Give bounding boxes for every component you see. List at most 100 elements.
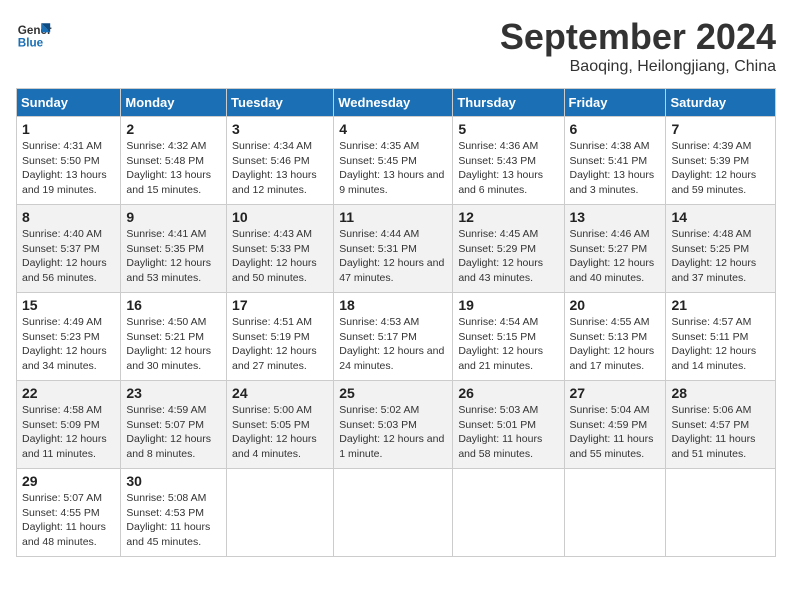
- day-detail: Sunrise: 4:41 AM Sunset: 5:35 PM Dayligh…: [126, 227, 221, 286]
- day-number: 18: [339, 297, 447, 313]
- calendar-table: Sunday Monday Tuesday Wednesday Thursday…: [16, 88, 776, 557]
- day-number: 20: [570, 297, 661, 313]
- day-detail: Sunrise: 4:55 AM Sunset: 5:13 PM Dayligh…: [570, 315, 661, 374]
- table-row: 6 Sunrise: 4:38 AM Sunset: 5:41 PM Dayli…: [564, 117, 666, 205]
- day-detail: Sunrise: 4:44 AM Sunset: 5:31 PM Dayligh…: [339, 227, 447, 286]
- day-detail: Sunrise: 4:39 AM Sunset: 5:39 PM Dayligh…: [671, 139, 770, 198]
- day-detail: Sunrise: 4:38 AM Sunset: 5:41 PM Dayligh…: [570, 139, 661, 198]
- calendar-week-row: 22 Sunrise: 4:58 AM Sunset: 5:09 PM Dayl…: [17, 381, 776, 469]
- day-detail: Sunrise: 4:50 AM Sunset: 5:21 PM Dayligh…: [126, 315, 221, 374]
- table-row: 15 Sunrise: 4:49 AM Sunset: 5:23 PM Dayl…: [17, 293, 121, 381]
- day-detail: Sunrise: 4:48 AM Sunset: 5:25 PM Dayligh…: [671, 227, 770, 286]
- table-row: 19 Sunrise: 4:54 AM Sunset: 5:15 PM Dayl…: [453, 293, 564, 381]
- day-number: 19: [458, 297, 558, 313]
- day-number: 5: [458, 121, 558, 137]
- day-number: 26: [458, 385, 558, 401]
- page-header: General Blue September 2024 Baoqing, Hei…: [16, 16, 776, 76]
- day-number: 8: [22, 209, 115, 225]
- table-row: 18 Sunrise: 4:53 AM Sunset: 5:17 PM Dayl…: [334, 293, 453, 381]
- col-tuesday: Tuesday: [227, 89, 334, 117]
- table-row: 14 Sunrise: 4:48 AM Sunset: 5:25 PM Dayl…: [666, 205, 776, 293]
- table-row: 13 Sunrise: 4:46 AM Sunset: 5:27 PM Dayl…: [564, 205, 666, 293]
- day-number: 3: [232, 121, 328, 137]
- day-detail: Sunrise: 4:51 AM Sunset: 5:19 PM Dayligh…: [232, 315, 328, 374]
- day-detail: Sunrise: 5:06 AM Sunset: 4:57 PM Dayligh…: [671, 403, 770, 462]
- location-title: Baoqing, Heilongjiang, China: [500, 58, 776, 76]
- day-detail: Sunrise: 5:04 AM Sunset: 4:59 PM Dayligh…: [570, 403, 661, 462]
- col-wednesday: Wednesday: [334, 89, 453, 117]
- day-number: 15: [22, 297, 115, 313]
- calendar-week-row: 15 Sunrise: 4:49 AM Sunset: 5:23 PM Dayl…: [17, 293, 776, 381]
- table-row: 1 Sunrise: 4:31 AM Sunset: 5:50 PM Dayli…: [17, 117, 121, 205]
- day-number: 22: [22, 385, 115, 401]
- table-row: 10 Sunrise: 4:43 AM Sunset: 5:33 PM Dayl…: [227, 205, 334, 293]
- table-row: 4 Sunrise: 4:35 AM Sunset: 5:45 PM Dayli…: [334, 117, 453, 205]
- day-number: 17: [232, 297, 328, 313]
- day-number: 10: [232, 209, 328, 225]
- title-block: September 2024 Baoqing, Heilongjiang, Ch…: [500, 16, 776, 76]
- svg-text:Blue: Blue: [18, 37, 44, 50]
- calendar-week-row: 8 Sunrise: 4:40 AM Sunset: 5:37 PM Dayli…: [17, 205, 776, 293]
- table-row: 24 Sunrise: 5:00 AM Sunset: 5:05 PM Dayl…: [227, 381, 334, 469]
- day-detail: Sunrise: 5:02 AM Sunset: 5:03 PM Dayligh…: [339, 403, 447, 462]
- day-detail: Sunrise: 4:43 AM Sunset: 5:33 PM Dayligh…: [232, 227, 328, 286]
- day-number: 21: [671, 297, 770, 313]
- table-row: 12 Sunrise: 4:45 AM Sunset: 5:29 PM Dayl…: [453, 205, 564, 293]
- table-row: 5 Sunrise: 4:36 AM Sunset: 5:43 PM Dayli…: [453, 117, 564, 205]
- calendar-week-row: 1 Sunrise: 4:31 AM Sunset: 5:50 PM Dayli…: [17, 117, 776, 205]
- calendar-header-row: Sunday Monday Tuesday Wednesday Thursday…: [17, 89, 776, 117]
- day-number: 1: [22, 121, 115, 137]
- day-number: 2: [126, 121, 221, 137]
- day-detail: Sunrise: 5:07 AM Sunset: 4:55 PM Dayligh…: [22, 491, 115, 550]
- day-detail: Sunrise: 4:46 AM Sunset: 5:27 PM Dayligh…: [570, 227, 661, 286]
- table-row: 22 Sunrise: 4:58 AM Sunset: 5:09 PM Dayl…: [17, 381, 121, 469]
- logo: General Blue: [16, 16, 52, 52]
- day-detail: Sunrise: 4:32 AM Sunset: 5:48 PM Dayligh…: [126, 139, 221, 198]
- table-row: 29 Sunrise: 5:07 AM Sunset: 4:55 PM Dayl…: [17, 469, 121, 557]
- day-number: 29: [22, 473, 115, 489]
- day-detail: Sunrise: 4:54 AM Sunset: 5:15 PM Dayligh…: [458, 315, 558, 374]
- table-row: [227, 469, 334, 557]
- day-detail: Sunrise: 4:59 AM Sunset: 5:07 PM Dayligh…: [126, 403, 221, 462]
- day-number: 13: [570, 209, 661, 225]
- day-number: 30: [126, 473, 221, 489]
- day-number: 14: [671, 209, 770, 225]
- col-thursday: Thursday: [453, 89, 564, 117]
- table-row: 21 Sunrise: 4:57 AM Sunset: 5:11 PM Dayl…: [666, 293, 776, 381]
- day-detail: Sunrise: 4:36 AM Sunset: 5:43 PM Dayligh…: [458, 139, 558, 198]
- table-row: 25 Sunrise: 5:02 AM Sunset: 5:03 PM Dayl…: [334, 381, 453, 469]
- day-detail: Sunrise: 4:53 AM Sunset: 5:17 PM Dayligh…: [339, 315, 447, 374]
- table-row: [666, 469, 776, 557]
- col-sunday: Sunday: [17, 89, 121, 117]
- table-row: 20 Sunrise: 4:55 AM Sunset: 5:13 PM Dayl…: [564, 293, 666, 381]
- col-saturday: Saturday: [666, 89, 776, 117]
- day-detail: Sunrise: 4:35 AM Sunset: 5:45 PM Dayligh…: [339, 139, 447, 198]
- day-detail: Sunrise: 5:03 AM Sunset: 5:01 PM Dayligh…: [458, 403, 558, 462]
- day-number: 6: [570, 121, 661, 137]
- day-number: 27: [570, 385, 661, 401]
- table-row: 7 Sunrise: 4:39 AM Sunset: 5:39 PM Dayli…: [666, 117, 776, 205]
- day-detail: Sunrise: 4:58 AM Sunset: 5:09 PM Dayligh…: [22, 403, 115, 462]
- day-detail: Sunrise: 4:45 AM Sunset: 5:29 PM Dayligh…: [458, 227, 558, 286]
- col-monday: Monday: [121, 89, 227, 117]
- table-row: 16 Sunrise: 4:50 AM Sunset: 5:21 PM Dayl…: [121, 293, 227, 381]
- col-friday: Friday: [564, 89, 666, 117]
- day-detail: Sunrise: 4:49 AM Sunset: 5:23 PM Dayligh…: [22, 315, 115, 374]
- day-detail: Sunrise: 4:34 AM Sunset: 5:46 PM Dayligh…: [232, 139, 328, 198]
- table-row: [453, 469, 564, 557]
- table-row: 23 Sunrise: 4:59 AM Sunset: 5:07 PM Dayl…: [121, 381, 227, 469]
- day-detail: Sunrise: 4:40 AM Sunset: 5:37 PM Dayligh…: [22, 227, 115, 286]
- table-row: 27 Sunrise: 5:04 AM Sunset: 4:59 PM Dayl…: [564, 381, 666, 469]
- day-number: 9: [126, 209, 221, 225]
- table-row: [334, 469, 453, 557]
- table-row: 28 Sunrise: 5:06 AM Sunset: 4:57 PM Dayl…: [666, 381, 776, 469]
- day-detail: Sunrise: 4:31 AM Sunset: 5:50 PM Dayligh…: [22, 139, 115, 198]
- logo-icon: General Blue: [16, 16, 52, 52]
- table-row: 17 Sunrise: 4:51 AM Sunset: 5:19 PM Dayl…: [227, 293, 334, 381]
- day-number: 4: [339, 121, 447, 137]
- table-row: [564, 469, 666, 557]
- day-detail: Sunrise: 5:08 AM Sunset: 4:53 PM Dayligh…: [126, 491, 221, 550]
- table-row: 30 Sunrise: 5:08 AM Sunset: 4:53 PM Dayl…: [121, 469, 227, 557]
- table-row: 11 Sunrise: 4:44 AM Sunset: 5:31 PM Dayl…: [334, 205, 453, 293]
- day-number: 28: [671, 385, 770, 401]
